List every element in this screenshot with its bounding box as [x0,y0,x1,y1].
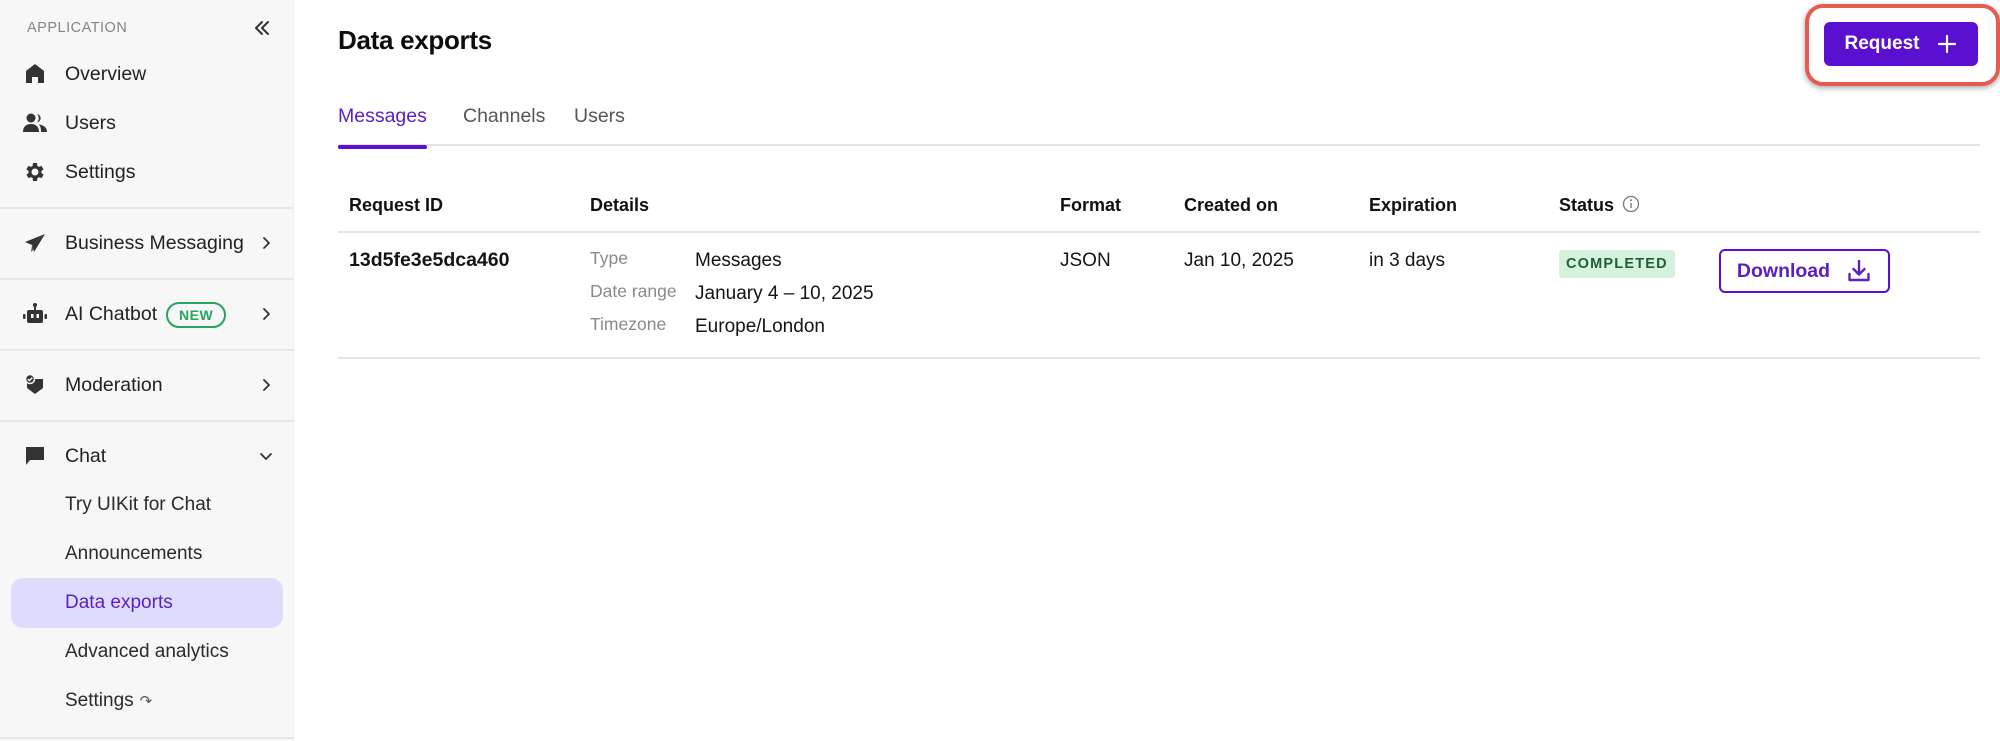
format-cell: JSON [1060,250,1111,271]
sidebar-subitem-data-exports[interactable]: Data exports [11,578,283,628]
expiration-cell: in 3 days [1369,250,1446,271]
sidebar-item-label: Settings [65,161,136,183]
detail-value-date-range: January 4 – 10, 2025 [695,283,874,304]
tab-messages[interactable]: Messages [338,105,427,149]
detail-key-type: Type [590,248,628,268]
request-button[interactable]: Request [1824,22,1978,66]
sidebar-item-business-messaging[interactable]: Business Messaging [0,222,294,264]
tab-users[interactable]: Users [574,105,625,146]
gear-icon [22,159,48,185]
sidebar-item-settings[interactable]: Settings [0,151,294,193]
sidebar-subitem-label: Settings [65,690,134,711]
detail-value-type: Messages [695,250,782,271]
users-icon [22,110,48,136]
download-button-label: Download [1736,259,1831,282]
info-icon[interactable] [1622,195,1640,213]
sidebar-subitem-settings[interactable]: Settings ↷ [11,676,283,726]
chevron-right-icon [258,377,274,393]
sidebar-subitem-label: Data exports [65,592,173,613]
sidebar-subitem-label: Try UIKit for Chat [65,494,212,515]
sidebar-divider [0,349,294,351]
sidebar-subitem-label: Announcements [65,543,203,564]
sidebar-subitem-label-wrap: Settings ↷ [65,688,152,715]
sidebar-item-label: Users [65,112,116,134]
collapse-sidebar-icon[interactable] [252,18,272,38]
sidebar-item-users[interactable]: Users [0,102,294,144]
column-header-expiration: Expiration [1369,195,1458,215]
sidebar-subitem-try-uikit[interactable]: Try UIKit for Chat [11,480,283,530]
sidebar-item-label: Overview [65,63,147,85]
external-link-arrow-icon: ↷ [139,693,153,710]
shield-check-icon [22,372,48,398]
sidebar-item-label: Chat [65,445,107,467]
sidebar: APPLICATION Overview Users Settings Busi… [0,0,294,741]
sidebar-item-label: Moderation [65,374,163,396]
table-row: 13d5fe3e5dca460 Type Messages Date range… [338,233,1980,359]
sidebar-item-moderation[interactable]: Moderation [0,364,294,406]
chevron-right-icon [258,306,274,322]
tab-channels[interactable]: Channels [463,105,545,146]
column-header-status-wrap: Status [1559,195,1640,216]
new-badge: NEW [166,302,227,328]
chevron-right-icon [258,235,274,251]
status-badge: COMPLETED [1559,250,1675,278]
column-header-status: Status [1559,195,1615,215]
detail-key-timezone: Timezone [590,314,667,334]
section-label: APPLICATION [27,20,128,36]
plus-icon [1938,34,1957,54]
exports-table: Request ID Details Format Created on Exp… [338,186,1980,359]
download-icon [1848,259,1870,282]
sidebar-divider [0,278,294,280]
request-button-label: Request [1844,33,1920,54]
sidebar-subitem-announcements[interactable]: Announcements [11,529,283,579]
created-on-cell: Jan 10, 2025 [1184,250,1294,271]
sidebar-item-label: AI Chatbot [65,303,158,325]
sidebar-item-overview[interactable]: Overview [0,53,294,95]
sidebar-divider [0,737,294,739]
column-header-format: Format [1060,195,1122,215]
sidebar-item-chat[interactable]: Chat [0,435,294,477]
chat-bubble-icon [22,443,48,469]
sidebar-divider [0,420,294,422]
detail-value-timezone: Europe/London [695,316,825,337]
column-header-request-id: Request ID [349,195,444,215]
column-header-details: Details [590,195,650,215]
home-icon [22,61,48,87]
sidebar-subitem-label: Advanced analytics [65,641,229,662]
request-id: 13d5fe3e5dca460 [349,249,510,271]
download-button[interactable]: Download [1719,249,1890,293]
paper-plane-icon [22,230,48,256]
sidebar-header: APPLICATION [27,16,277,40]
chevron-down-icon [258,448,274,464]
column-header-created-on: Created on [1184,195,1279,215]
detail-key-date-range: Date range [590,281,677,301]
robot-icon [22,301,48,327]
table-header: Request ID Details Format Created on Exp… [338,186,1980,233]
main-content: Data exports Request Messages Channels U… [294,0,2000,741]
export-tabs: Messages Channels Users [338,100,1980,149]
page-title: Data exports [338,25,492,55]
sidebar-subitem-advanced-analytics[interactable]: Advanced analytics [11,627,283,677]
sidebar-item-ai-chatbot[interactable]: AI Chatbot NEW [0,293,294,335]
sidebar-item-label: Business Messaging [65,232,244,254]
sidebar-divider [0,207,294,209]
